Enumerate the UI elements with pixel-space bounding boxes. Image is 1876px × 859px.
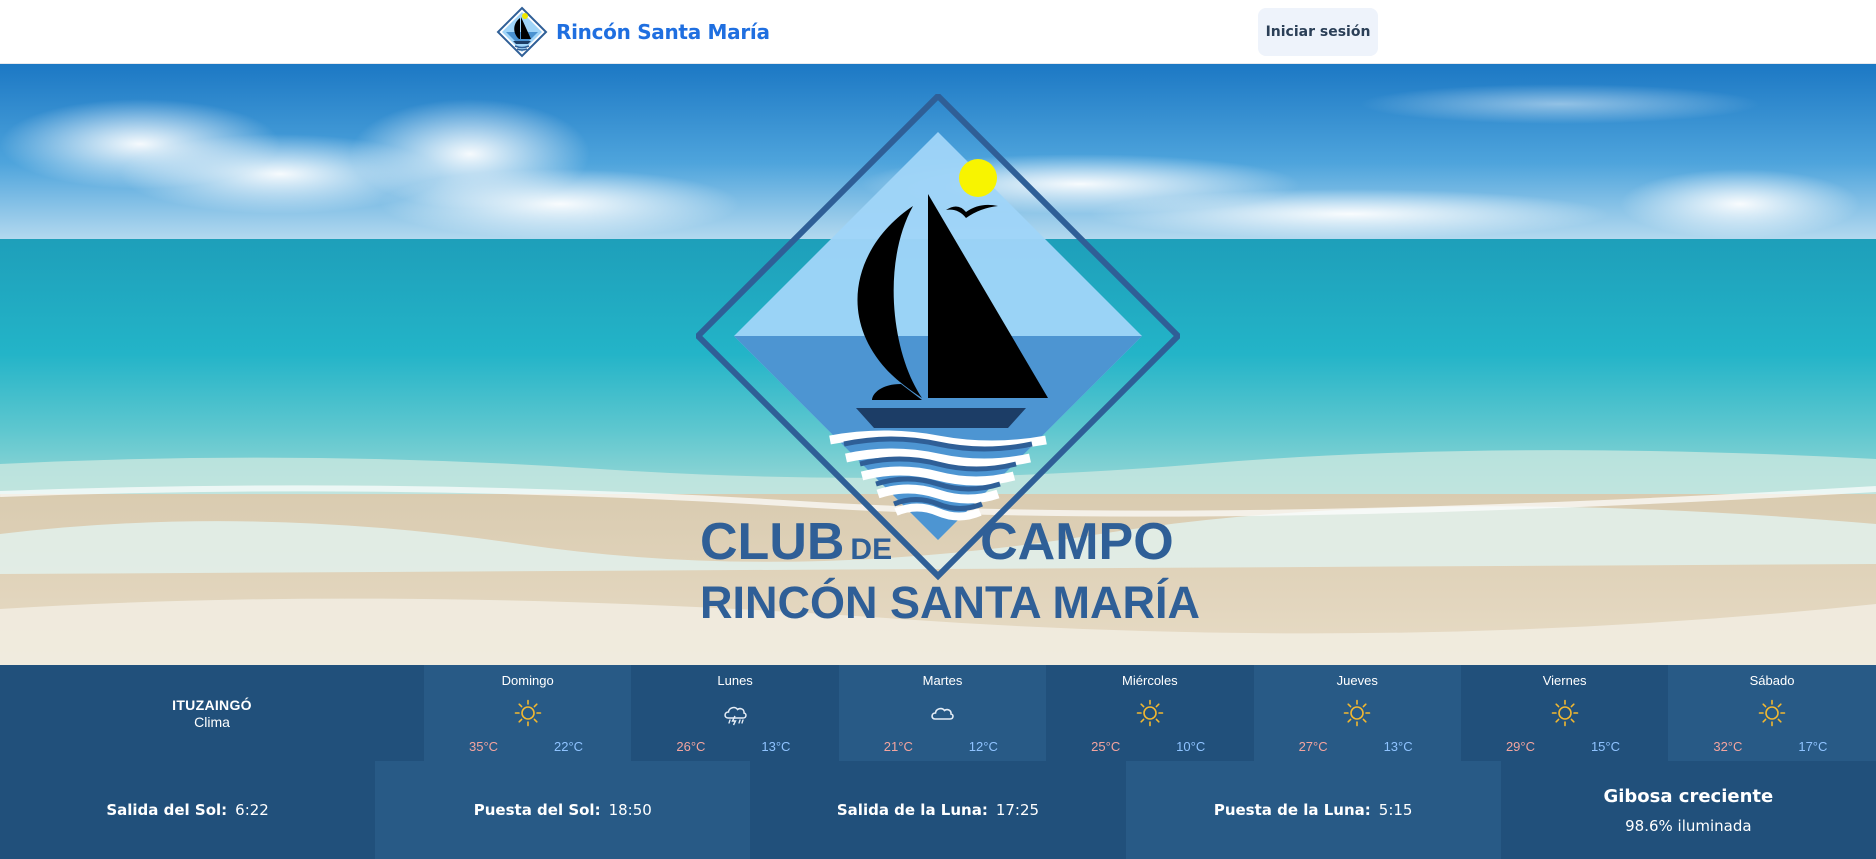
forecast-day-lunes: Lunes 26°C 13°C: [631, 665, 838, 761]
forecast-day-viernes: Viernes 29°C 15°C: [1461, 665, 1668, 761]
sun-icon: [1551, 699, 1578, 727]
moon-illumination: 98.6% iluminada: [1625, 816, 1752, 835]
emblem-word-de: DE: [850, 533, 893, 566]
top-navbar: Rincón Santa María Iniciar sesión: [0, 0, 1876, 64]
temp-high: 35°C: [469, 739, 499, 754]
forecast-day-jueves: Jueves 27°C 13°C: [1253, 665, 1461, 761]
moonset-time: 5:15: [1378, 801, 1413, 819]
temp-high: 21°C: [883, 739, 913, 754]
forecast-day-sabado: Sábado 32°C 17°C: [1668, 665, 1876, 761]
emblem-title-line2: RINCÓN SANTA MARÍA: [700, 577, 1200, 628]
day-name: Lunes: [717, 673, 753, 688]
weather-subtitle: Clima: [194, 713, 230, 730]
hero-banner: CLUB DE CAMPO RINCÓN SANTA MARÍA: [0, 64, 1876, 665]
club-logo-icon: [496, 6, 548, 58]
sunrise-time: 6:22: [235, 801, 269, 819]
sun-icon: [514, 699, 541, 727]
temp-high: 27°C: [1298, 739, 1328, 754]
moonset-info: Puesta de la Luna: 5:15: [1125, 761, 1501, 859]
brand-link[interactable]: Rincón Santa María: [496, 5, 770, 59]
sun-icon: [1136, 699, 1164, 727]
day-name: Sábado: [1749, 673, 1795, 688]
temp-low: 13°C: [761, 739, 791, 754]
weather-location: ITUZAINGÓ Clima: [0, 665, 424, 761]
temp-high: 32°C: [1713, 739, 1743, 754]
sunrise-info: Salida del Sol: 6:22: [0, 761, 376, 859]
sunrise-label: Salida del Sol:: [106, 801, 228, 819]
day-name: Domingo: [501, 673, 554, 688]
brand-name: Rincón Santa María: [556, 20, 770, 44]
forecast-day-martes: Martes 21°C 12°C: [838, 665, 1047, 761]
temp-low: 13°C: [1383, 739, 1413, 754]
sunset-label: Puesta del Sol:: [473, 801, 601, 819]
emblem-word-club: CLUB: [700, 513, 845, 571]
temp-low: 17°C: [1798, 739, 1828, 754]
temp-low: 22°C: [554, 739, 584, 754]
astronomy-info: Salida del Sol: 6:22 Puesta del Sol: 18:…: [0, 761, 1876, 859]
moon-phase: Gibosa creciente: [1603, 785, 1774, 807]
sunset-info: Puesta del Sol: 18:50: [375, 761, 751, 859]
moonset-label: Puesta de la Luna:: [1213, 801, 1371, 819]
moon-phase-info: Gibosa creciente 98.6% iluminada: [1500, 761, 1876, 859]
emblem-title-line1: CLUB DE CAMPO: [700, 512, 1174, 572]
day-name: Martes: [922, 673, 963, 688]
sun-icon: [1343, 699, 1371, 727]
sunset-time: 18:50: [608, 801, 652, 819]
sun-icon: [1758, 699, 1786, 727]
emblem-word-campo: CAMPO: [980, 513, 1174, 571]
cloud-icon: [931, 707, 955, 720]
weather-forecast: ITUZAINGÓ Clima Domingo 35°C 22°C Lunes …: [0, 665, 1876, 761]
forecast-day-domingo: Domingo 35°C 22°C: [424, 665, 632, 761]
temp-low: 12°C: [968, 739, 998, 754]
temp-high: 25°C: [1091, 739, 1121, 754]
thunderstorm-icon: [724, 706, 747, 726]
moonrise-time: 17:25: [995, 801, 1040, 819]
temp-low: 10°C: [1176, 739, 1206, 754]
temp-high: 29°C: [1505, 739, 1535, 754]
moonrise-label: Salida de la Luna:: [836, 801, 988, 819]
day-name: Miércoles: [1122, 673, 1178, 688]
temp-high: 26°C: [676, 739, 706, 754]
location-name: ITUZAINGÓ: [172, 696, 252, 713]
day-name: Jueves: [1336, 673, 1378, 688]
moonrise-info: Salida de la Luna: 17:25: [750, 761, 1126, 859]
forecast-day-miercoles: Miércoles 25°C 10°C: [1046, 665, 1253, 761]
login-button[interactable]: Iniciar sesión: [1258, 8, 1378, 56]
temp-low: 15°C: [1590, 739, 1620, 754]
day-name: Viernes: [1542, 673, 1587, 688]
